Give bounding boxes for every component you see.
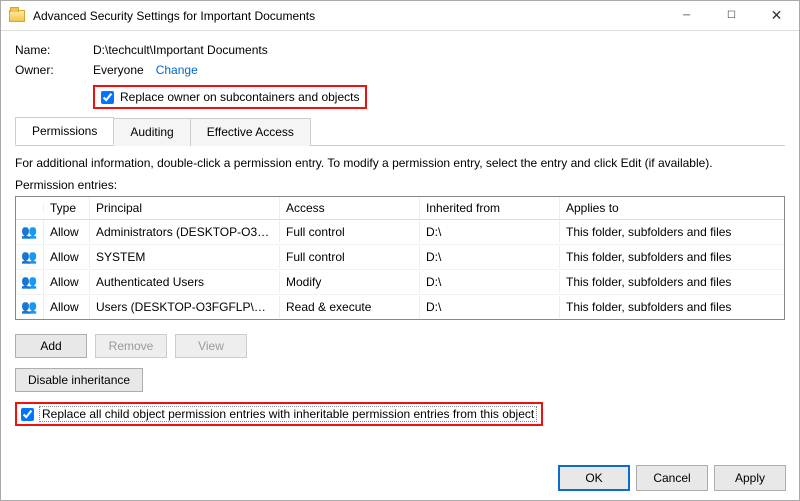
name-label: Name: (15, 43, 93, 57)
folder-icon (9, 10, 25, 22)
col-access[interactable]: Access (280, 197, 420, 219)
table-row[interactable]: 👥AllowAuthenticated UsersModifyD:\This f… (16, 270, 784, 295)
cell-inherited: D:\ (420, 271, 560, 293)
cell-principal: Administrators (DESKTOP-O3FGF... (90, 221, 280, 243)
tab-effective-access[interactable]: Effective Access (190, 118, 311, 146)
users-icon: 👥 (16, 245, 44, 269)
remove-button: Remove (95, 334, 167, 358)
cell-applies: This folder, subfolders and files (560, 271, 784, 293)
replace-owner-checkbox[interactable] (101, 91, 114, 104)
cell-type: Allow (44, 246, 90, 268)
owner-row: Owner: Everyone Change (15, 63, 785, 77)
maximize-button[interactable]: ☐ (709, 1, 754, 30)
col-icon[interactable] (16, 204, 44, 212)
cell-access: Read & execute (280, 296, 420, 318)
users-icon: 👥 (16, 270, 44, 294)
cell-applies: This folder, subfolders and files (560, 221, 784, 243)
add-button[interactable]: Add (15, 334, 87, 358)
col-inherited[interactable]: Inherited from (420, 197, 560, 219)
col-applies[interactable]: Applies to (560, 197, 784, 219)
cell-principal: SYSTEM (90, 246, 280, 268)
tabs: Permissions Auditing Effective Access (15, 117, 785, 146)
owner-value: Everyone (93, 63, 144, 77)
ok-button[interactable]: OK (558, 465, 630, 491)
users-icon: 👥 (16, 220, 44, 244)
cell-inherited: D:\ (420, 221, 560, 243)
cell-inherited: D:\ (420, 296, 560, 318)
table-row[interactable]: 👥AllowSYSTEMFull controlD:\This folder, … (16, 245, 784, 270)
users-icon: 👥 (16, 295, 44, 319)
replace-children-checkbox[interactable] (21, 408, 34, 421)
tab-permissions[interactable]: Permissions (15, 117, 114, 145)
cell-type: Allow (44, 296, 90, 318)
entry-buttons: Add Remove View (15, 334, 785, 358)
owner-label: Owner: (15, 63, 93, 77)
tab-auditing[interactable]: Auditing (113, 118, 190, 146)
window-title: Advanced Security Settings for Important… (33, 9, 664, 23)
cell-access: Full control (280, 246, 420, 268)
col-principal[interactable]: Principal (90, 197, 280, 219)
name-value: D:\techcult\Important Documents (93, 43, 268, 57)
titlebar: Advanced Security Settings for Important… (1, 1, 799, 31)
cell-principal: Users (DESKTOP-O3FGFLP\Users) (90, 296, 280, 318)
table-row[interactable]: 👥AllowUsers (DESKTOP-O3FGFLP\Users)Read … (16, 295, 784, 319)
cell-applies: This folder, subfolders and files (560, 246, 784, 268)
cell-type: Allow (44, 221, 90, 243)
replace-children-highlight: Replace all child object permission entr… (15, 402, 543, 426)
replace-children-label: Replace all child object permission entr… (39, 406, 537, 422)
permission-entries-label: Permission entries: (15, 178, 785, 192)
cell-applies: This folder, subfolders and files (560, 296, 784, 318)
table-header: Type Principal Access Inherited from App… (16, 197, 784, 220)
dialog-content: Name: D:\techcult\Important Documents Ow… (1, 31, 799, 438)
cell-principal: Authenticated Users (90, 271, 280, 293)
instruction-text: For additional information, double-click… (15, 156, 785, 170)
apply-button[interactable]: Apply (714, 465, 786, 491)
cell-inherited: D:\ (420, 246, 560, 268)
replace-owner-label: Replace owner on subcontainers and objec… (120, 90, 359, 104)
dialog-footer-buttons: OK Cancel Apply (558, 465, 786, 491)
cell-access: Modify (280, 271, 420, 293)
cell-access: Full control (280, 221, 420, 243)
view-button: View (175, 334, 247, 358)
name-row: Name: D:\techcult\Important Documents (15, 43, 785, 57)
close-button[interactable]: ✕ (754, 1, 799, 30)
table-row[interactable]: 👥AllowAdministrators (DESKTOP-O3FGF...Fu… (16, 220, 784, 245)
permission-table: Type Principal Access Inherited from App… (15, 196, 785, 320)
disable-inheritance-button[interactable]: Disable inheritance (15, 368, 143, 392)
minimize-button[interactable]: ─ (664, 1, 709, 30)
col-type[interactable]: Type (44, 197, 90, 219)
replace-owner-highlight: Replace owner on subcontainers and objec… (93, 85, 367, 109)
table-body: 👥AllowAdministrators (DESKTOP-O3FGF...Fu… (16, 220, 784, 319)
change-owner-link[interactable]: Change (156, 63, 198, 77)
cancel-button[interactable]: Cancel (636, 465, 708, 491)
cell-type: Allow (44, 271, 90, 293)
window-buttons: ─ ☐ ✕ (664, 1, 799, 30)
